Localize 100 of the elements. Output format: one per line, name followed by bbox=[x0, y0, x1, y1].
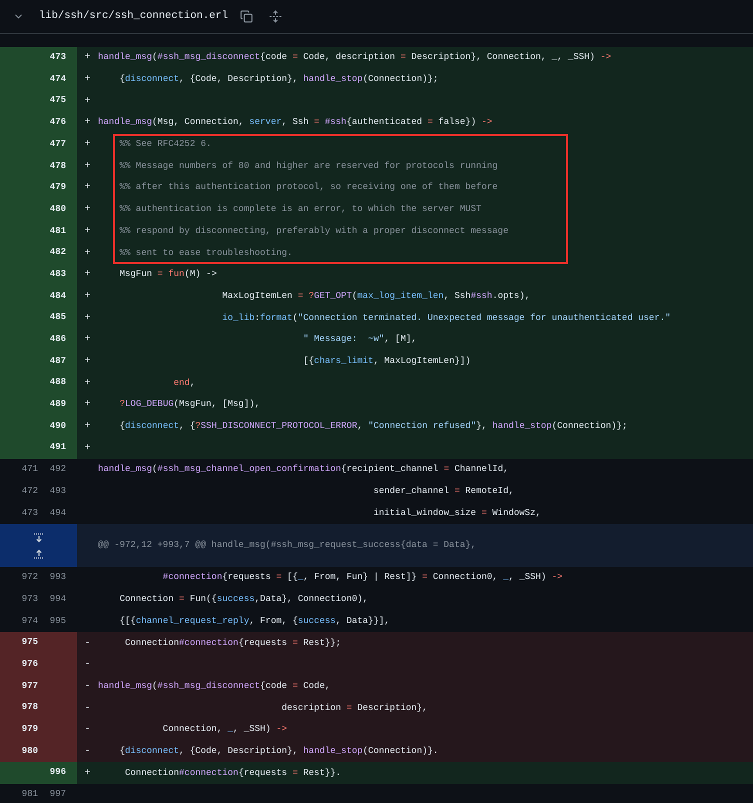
diff-marker: - bbox=[84, 723, 90, 738]
file-path[interactable]: lib/ssh/src/ssh_connection.erl bbox=[39, 8, 228, 24]
diff-marker: + bbox=[84, 312, 90, 326]
code-line: MsgFun = fun(M) -> bbox=[118, 270, 217, 280]
line-number: 488 bbox=[50, 376, 66, 390]
line-number: 974 bbox=[22, 614, 38, 628]
line-number: 473 bbox=[50, 51, 66, 64]
line-number: 478 bbox=[50, 160, 66, 173]
diff-marker: - bbox=[84, 680, 90, 694]
line-number: 487 bbox=[50, 354, 66, 368]
diff-marker: - bbox=[84, 744, 90, 759]
diff-marker: + bbox=[84, 333, 90, 348]
code-line: {disconnect, {?SSH_DISCONNECT_PROTOCOL_ERROR, "Connection refused"}, handle_stop(Connection)}; bbox=[118, 422, 628, 432]
code-line: Connection#connection{requests = Rest}}; bbox=[124, 638, 342, 648]
line-number: 491 bbox=[50, 441, 66, 454]
line-number: 981 bbox=[22, 788, 38, 802]
code-line: ?LOG_DEBUG(MsgFun, [Msg]), bbox=[118, 400, 260, 410]
line-number: 978 bbox=[22, 701, 38, 714]
line-number: 980 bbox=[22, 744, 38, 758]
line-number: 477 bbox=[50, 138, 66, 151]
unfold-icon[interactable] bbox=[269, 10, 282, 23]
code-line: #connection{requests = [{_, From, Fun} | Rest]} = Connection0, _, _SSH) -> bbox=[162, 573, 563, 582]
code-line: end, bbox=[172, 378, 196, 388]
line-number: 996 bbox=[50, 766, 66, 780]
line-number: 475 bbox=[50, 94, 66, 108]
code-line: %% respond by disconnecting, preferably with a proper disconnect message bbox=[118, 226, 508, 236]
diff-marker: + bbox=[84, 268, 90, 282]
code-line: %% sent to ease troubleshooting. bbox=[118, 248, 292, 258]
line-number: 479 bbox=[50, 181, 66, 194]
code-line: handle_msg(Msg, Connection, server, Ssh = #ssh{authenticated = false}) -> bbox=[98, 118, 492, 128]
line-number: 973 bbox=[22, 592, 38, 606]
line-number: 976 bbox=[22, 658, 38, 671]
line-number: 480 bbox=[50, 202, 66, 216]
expand-down-icon[interactable] bbox=[32, 532, 44, 543]
line-number: 471 bbox=[22, 463, 38, 476]
line-number: 474 bbox=[50, 72, 66, 86]
diff-marker: + bbox=[84, 442, 90, 456]
diff-marker: + bbox=[84, 94, 90, 109]
line-number: 484 bbox=[50, 290, 66, 303]
diff-marker: - bbox=[84, 702, 90, 716]
code-line: Connection = Fun({success,Data}, Connection0), bbox=[118, 595, 368, 604]
line-number: 476 bbox=[50, 116, 66, 130]
diff-marker: - bbox=[84, 636, 90, 651]
code-line: initial_window_size = WindowSz, bbox=[372, 508, 541, 518]
code-line: {disconnect, {Code, Description}, handle_stop(Connection)}. bbox=[118, 746, 438, 756]
line-number: 977 bbox=[22, 680, 38, 693]
code-line: [{chars_limit, MaxLogItemLen}]) bbox=[302, 356, 471, 366]
code-line: io_lib:format("Connection terminated. Unexpected message for unauthenticated user." bbox=[221, 314, 671, 323]
code-line: %% after this authentication protocol, so receiving one of them before bbox=[118, 183, 498, 192]
code-line: handle_msg(#ssh_msg_channel_open_confirmation{recipient_channel = ChannelId, bbox=[98, 465, 509, 474]
line-number: 472 bbox=[22, 484, 38, 498]
line-number: 494 bbox=[50, 506, 66, 520]
code-line: MaxLogItemLen = ?GET_OPT(max_log_item_len, Ssh#ssh.opts), bbox=[221, 292, 530, 301]
diff-marker: + bbox=[84, 51, 90, 66]
line-number: 492 bbox=[50, 463, 66, 476]
diff-marker: + bbox=[84, 73, 90, 88]
diff-marker: - bbox=[84, 658, 90, 672]
line-number: 486 bbox=[50, 333, 66, 346]
diff-marker: + bbox=[84, 203, 90, 218]
line-number: 490 bbox=[50, 420, 66, 433]
line-number: 482 bbox=[50, 246, 66, 260]
diff-marker: + bbox=[84, 181, 90, 196]
line-number: 489 bbox=[50, 398, 66, 412]
line-number: 493 bbox=[50, 484, 66, 498]
code-line: %% Message numbers of 80 and higher are reserved for protocols running bbox=[118, 162, 498, 171]
code-line: sender_channel = RemoteId, bbox=[372, 487, 514, 496]
line-number: 483 bbox=[50, 268, 66, 281]
diff-marker: + bbox=[84, 116, 90, 130]
diff-marker: + bbox=[84, 398, 90, 412]
code-line: %% See RFC4252 6. bbox=[118, 140, 212, 150]
diff-marker: + bbox=[84, 246, 90, 261]
line-number: 485 bbox=[50, 311, 66, 324]
code-line: Connection, _, _SSH) -> bbox=[162, 725, 288, 734]
code-line: Connection#connection{requests = Rest}}. bbox=[124, 768, 342, 778]
line-number: 993 bbox=[50, 571, 66, 584]
line-number: 975 bbox=[22, 636, 38, 650]
copy-icon[interactable] bbox=[240, 10, 254, 23]
line-number: 473 bbox=[22, 506, 38, 520]
diff-marker: + bbox=[84, 160, 90, 174]
code-line: {[{channel_request_reply, From, {success, Data}}], bbox=[118, 616, 390, 626]
code-line: %% authentication is complete is an error, to which the server MUST bbox=[118, 205, 482, 214]
diff-marker: + bbox=[84, 766, 90, 781]
code-line: description = Description}, bbox=[280, 704, 428, 713]
line-number: 481 bbox=[50, 224, 66, 238]
line-number: 979 bbox=[22, 723, 38, 736]
code-line: handle_msg(#ssh_msg_disconnect{code = Code, description = Description}, Connection, _, _SSH) -> bbox=[98, 53, 612, 62]
code-line: {disconnect, {Code, Description}, handle_stop(Connection)}; bbox=[118, 75, 438, 84]
code-line: @@ -972,12 +993,7 @@ handle_msg(#ssh_msg_request_success{data = Data}, bbox=[98, 541, 476, 550]
diff-marker: + bbox=[84, 376, 90, 391]
code-line: " Message: ~w", [M], bbox=[302, 335, 417, 344]
line-number: 972 bbox=[22, 571, 38, 584]
line-number: 994 bbox=[50, 592, 66, 606]
diff-marker: + bbox=[84, 290, 90, 304]
expand-up-icon[interactable] bbox=[32, 548, 44, 559]
diff-marker: + bbox=[84, 354, 90, 369]
diff-marker: + bbox=[84, 420, 90, 434]
line-number: 995 bbox=[50, 614, 66, 628]
code-line: handle_msg(#ssh_msg_disconnect{code = Code, bbox=[98, 682, 330, 691]
diff-marker: + bbox=[84, 224, 90, 239]
line-number: 997 bbox=[50, 788, 66, 802]
